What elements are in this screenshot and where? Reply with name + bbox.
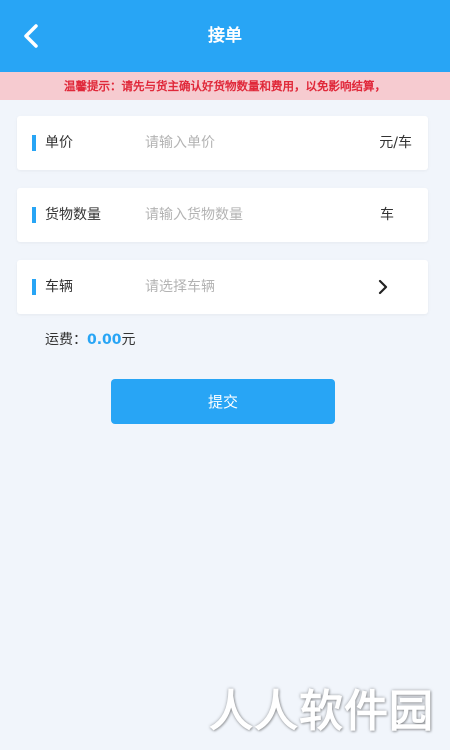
freight-fee-label: 运费： [45, 332, 87, 348]
quantity-label: 货物数量 [45, 207, 101, 223]
page-title: 接单 [208, 26, 242, 46]
freight-fee: 运费：0.00元 [45, 330, 136, 350]
vehicle-select-placeholder[interactable]: 请选择车辆 [145, 260, 215, 314]
row-accent-bar [32, 279, 36, 295]
quantity-input[interactable] [145, 200, 365, 230]
unit-price-row: 单价 元/车 [17, 116, 428, 170]
app-header: 接单 [0, 0, 450, 72]
unit-price-input[interactable] [145, 128, 365, 158]
freight-fee-unit: 元 [121, 332, 136, 348]
vehicle-label: 车辆 [45, 279, 73, 295]
watermark-text: 人人软件园 [209, 686, 434, 737]
quantity-unit: 车 [380, 207, 394, 223]
submit-button[interactable]: 提交 [111, 379, 335, 424]
unit-price-unit: 元/车 [379, 135, 412, 151]
notice-banner: 温馨提示：请先与货主确认好货物数量和费用，以免影响结算， [0, 72, 450, 100]
vehicle-select-row[interactable]: 车辆 请选择车辆 [17, 260, 428, 314]
row-accent-bar [32, 207, 36, 223]
row-accent-bar [32, 135, 36, 151]
quantity-row: 货物数量 车 [17, 188, 428, 242]
freight-fee-value: 0.00 [87, 332, 122, 348]
unit-price-label: 单价 [45, 135, 73, 151]
chevron-right-icon[interactable] [374, 278, 392, 296]
